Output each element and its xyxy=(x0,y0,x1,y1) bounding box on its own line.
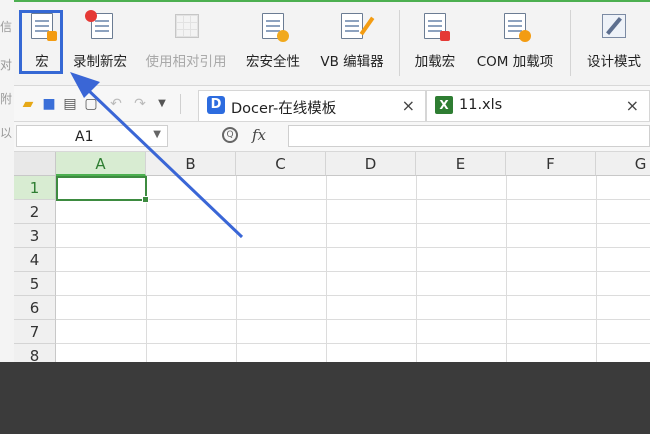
redo-icon[interactable]: ↷ xyxy=(132,96,148,112)
name-box-value: A1 xyxy=(75,129,94,145)
grid-line xyxy=(236,176,237,362)
undo-icon[interactable]: ↶ xyxy=(108,96,124,112)
addins-icon xyxy=(422,12,450,41)
vb-editor-button[interactable]: VB 编辑器 xyxy=(314,2,390,86)
tab-label: 11.xls xyxy=(459,97,503,113)
side-text: 以 xyxy=(0,126,13,140)
formula-input[interactable] xyxy=(288,125,650,147)
grid-line xyxy=(326,176,327,362)
zoom-icon[interactable]: Q xyxy=(222,127,238,143)
spreadsheet-app-window: 宏 录制新宏 使用相对引用 宏安全性 VB 编辑器 加载宏 COM 加载项 设计… xyxy=(14,0,650,362)
formula-bar: A1 ▼ Q fx xyxy=(14,122,650,152)
column-header[interactable]: E xyxy=(416,152,506,176)
row-header[interactable]: 6 xyxy=(14,296,56,320)
record-macro-label: 录制新宏 xyxy=(73,54,127,70)
spreadsheet-grid: A B C D E F G 1 2 3 4 5 6 7 8 xyxy=(14,152,650,362)
relative-reference-button[interactable]: 使用相对引用 xyxy=(140,2,232,86)
relative-reference-label: 使用相对引用 xyxy=(145,54,227,70)
grid-line xyxy=(56,223,650,224)
design-mode-label: 设计模式 xyxy=(587,54,641,70)
background-document-strip: 信 对 附 以 xyxy=(0,0,14,362)
relative-reference-icon xyxy=(173,12,199,40)
open-folder-icon[interactable]: ▰ xyxy=(20,96,36,112)
record-macro-button[interactable]: 录制新宏 xyxy=(68,2,132,86)
addins-button[interactable]: 加载宏 xyxy=(406,2,464,86)
developer-ribbon: 宏 录制新宏 使用相对引用 宏安全性 VB 编辑器 加载宏 COM 加载项 设计… xyxy=(14,0,650,86)
row-header[interactable]: 7 xyxy=(14,320,56,344)
grid-line xyxy=(56,271,650,272)
grid-line xyxy=(56,295,650,296)
row-header[interactable]: 3 xyxy=(14,224,56,248)
row-header[interactable]: 8 xyxy=(14,344,56,362)
close-icon[interactable]: × xyxy=(626,96,639,115)
macro-security-button[interactable]: 宏安全性 xyxy=(240,2,306,86)
ribbon-separator xyxy=(399,10,400,76)
highlight-box xyxy=(19,10,63,74)
grid-line xyxy=(596,176,597,362)
ribbon-separator xyxy=(570,10,571,76)
com-addins-label: COM 加载项 xyxy=(476,54,554,70)
save-icon[interactable]: ■ xyxy=(41,96,57,112)
fx-icon[interactable]: fx xyxy=(252,126,266,144)
column-header[interactable]: B xyxy=(146,152,236,176)
toolbar-separator xyxy=(180,94,181,114)
vb-editor-label: VB 编辑器 xyxy=(320,54,384,70)
print-preview-icon[interactable]: ▢ xyxy=(83,96,99,112)
close-icon[interactable]: × xyxy=(402,96,415,115)
docer-logo-icon: D xyxy=(207,96,225,114)
side-text: 附 xyxy=(0,92,13,106)
side-text: 信 xyxy=(0,20,13,34)
row-header[interactable]: 4 xyxy=(14,248,56,272)
grid-line xyxy=(506,176,507,362)
macro-security-label: 宏安全性 xyxy=(246,54,300,70)
grid-line xyxy=(56,319,650,320)
row-header[interactable]: 2 xyxy=(14,200,56,224)
addins-label: 加载宏 xyxy=(414,54,456,70)
column-header[interactable]: G xyxy=(596,152,650,176)
macro-security-icon xyxy=(260,12,289,42)
record-macro-icon xyxy=(85,10,113,40)
grid-line xyxy=(146,176,147,362)
print-icon[interactable]: ▤ xyxy=(62,96,78,112)
chevron-down-icon[interactable]: ▼ xyxy=(154,96,170,112)
name-box[interactable]: A1 ▼ xyxy=(16,125,168,147)
column-header[interactable]: F xyxy=(506,152,596,176)
com-addins-button[interactable]: COM 加载项 xyxy=(468,2,562,86)
column-header[interactable]: C xyxy=(236,152,326,176)
row-header[interactable]: 5 xyxy=(14,272,56,296)
chevron-down-icon[interactable]: ▼ xyxy=(153,129,161,140)
grid-line xyxy=(416,176,417,362)
vb-editor-icon xyxy=(339,12,375,40)
excel-file-icon: X xyxy=(435,96,453,114)
active-cell-a1[interactable] xyxy=(56,176,149,203)
grid-line xyxy=(56,343,650,344)
com-addins-icon xyxy=(502,12,531,42)
column-header[interactable]: A xyxy=(56,152,146,176)
design-mode-icon xyxy=(601,12,627,40)
column-header[interactable]: D xyxy=(326,152,416,176)
select-all-corner[interactable] xyxy=(14,152,56,176)
side-text: 对 xyxy=(0,58,13,72)
quick-access-toolbar: ▰ ■ ▤ ▢ ↶ ↷ ▼ D Docer-在线模板 × X 11.xls × xyxy=(14,86,650,122)
tab-11-xls[interactable]: X 11.xls × xyxy=(426,90,650,121)
design-mode-button[interactable]: 设计模式 xyxy=(579,2,649,86)
row-header[interactable]: 1 xyxy=(14,176,56,200)
grid-line xyxy=(56,247,650,248)
tab-docer[interactable]: D Docer-在线模板 × xyxy=(198,90,426,121)
tab-label: Docer-在线模板 xyxy=(231,101,337,117)
